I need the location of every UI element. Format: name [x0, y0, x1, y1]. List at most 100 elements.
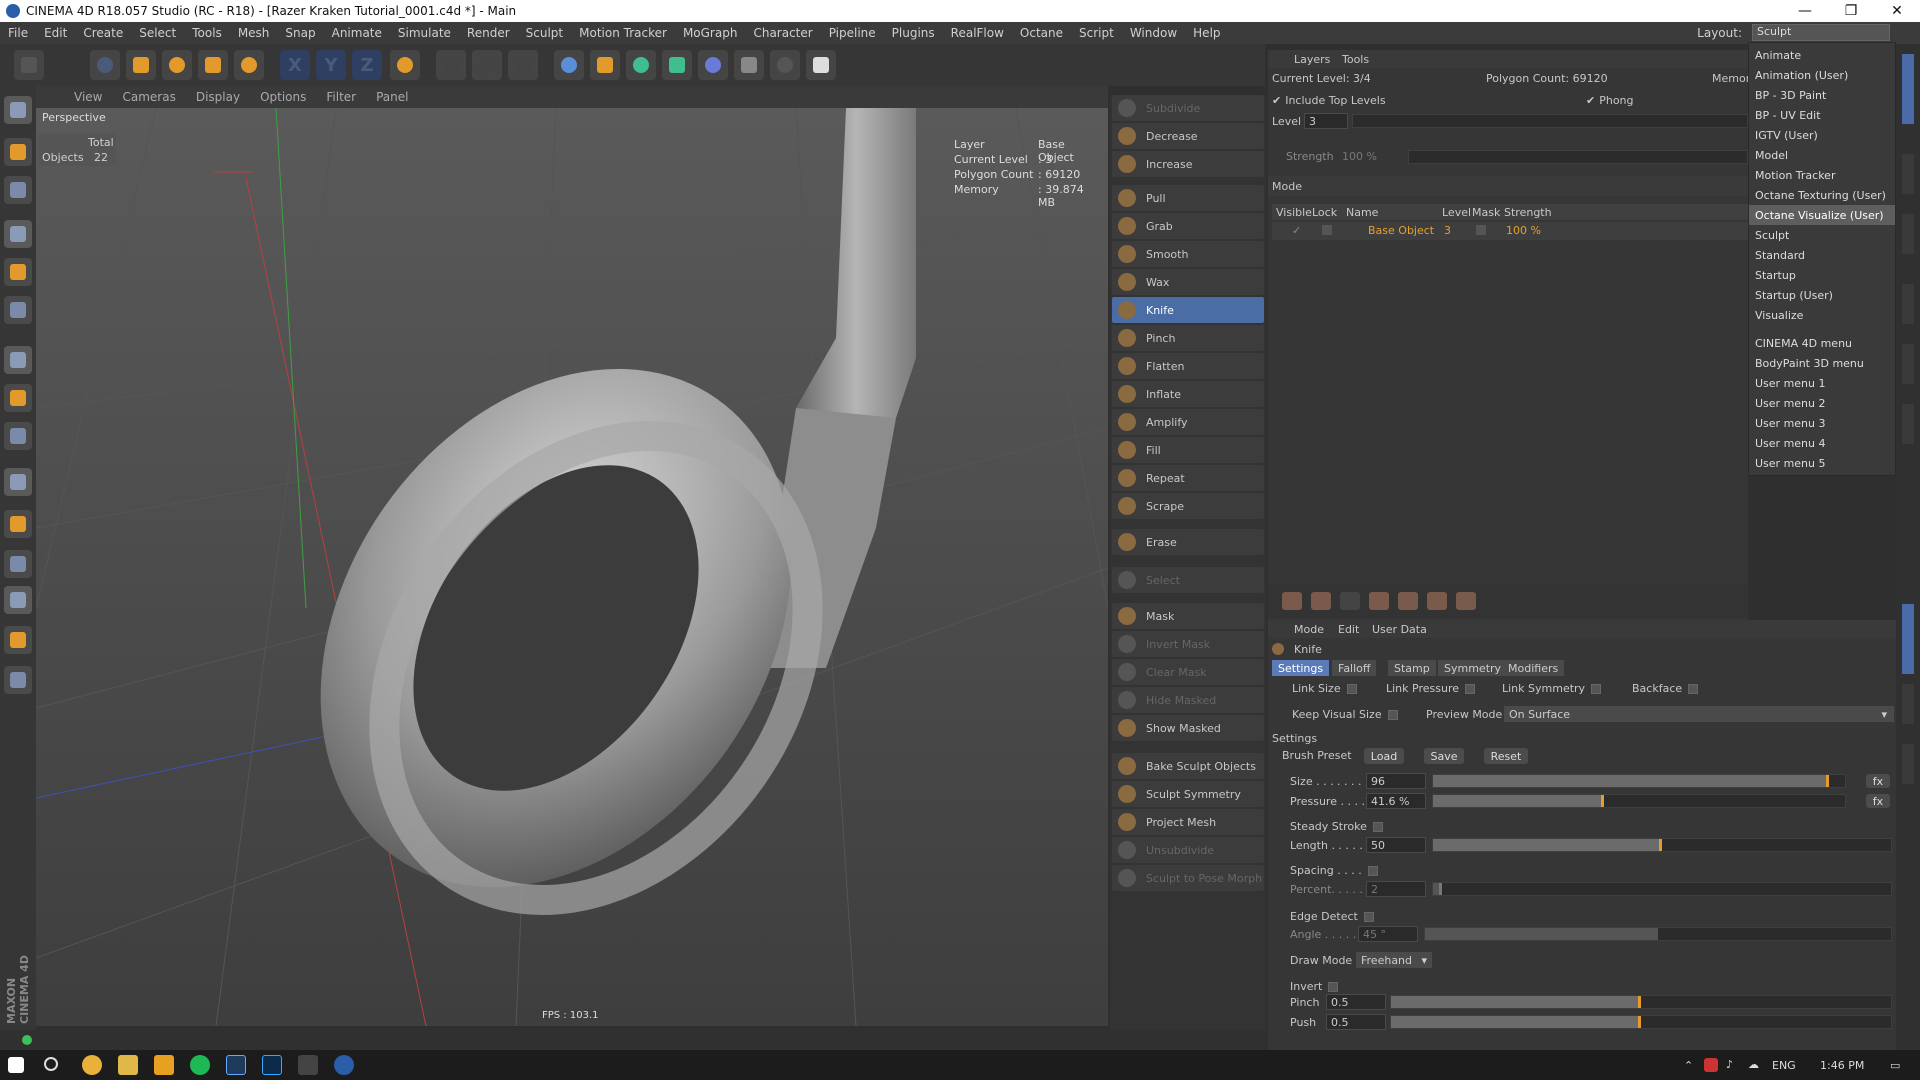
length-slider[interactable]: [1432, 838, 1892, 852]
antivirus-icon[interactable]: [1704, 1058, 1718, 1072]
sculpt-tool-amplify[interactable]: Amplify: [1112, 409, 1264, 435]
select-icon[interactable]: [90, 50, 120, 80]
recent-icon[interactable]: [234, 50, 264, 80]
sculpt-tool-select[interactable]: Select: [1112, 567, 1264, 593]
sculpt-tool-pinch[interactable]: Pinch: [1112, 325, 1264, 351]
tab-falloff[interactable]: Falloff: [1332, 660, 1377, 676]
push-field[interactable]: 0.5: [1326, 1014, 1386, 1030]
backface-checkbox[interactable]: [1688, 683, 1699, 694]
cinema4d-taskbar-icon[interactable]: [334, 1055, 354, 1075]
viewport-menu-panel[interactable]: Panel: [366, 90, 418, 104]
left-tool-14-icon[interactable]: [4, 626, 32, 654]
sculpt-tool-sculpt-to-pose-morph[interactable]: Sculpt to Pose Morph: [1112, 865, 1264, 891]
left-tool-4-icon[interactable]: [4, 220, 32, 248]
angle-field[interactable]: 45 °: [1358, 926, 1418, 942]
percent-field[interactable]: 2: [1366, 881, 1426, 897]
sculpt-tool-flatten[interactable]: Flatten: [1112, 353, 1264, 379]
edge-detect-row[interactable]: Edge Detect: [1290, 910, 1374, 923]
sculpt-tool-invert-mask[interactable]: Invert Mask: [1112, 631, 1264, 657]
pressure-fx-button[interactable]: fx: [1866, 794, 1890, 808]
layout-option[interactable]: Visualize: [1749, 305, 1895, 325]
pressure-field[interactable]: 41.6 %: [1366, 793, 1426, 809]
load-button[interactable]: Load: [1364, 748, 1404, 764]
layout-option[interactable]: Startup: [1749, 265, 1895, 285]
save-button[interactable]: Save: [1424, 748, 1464, 764]
x-axis-icon[interactable]: X: [280, 50, 310, 80]
viewport-canvas[interactable]: [36, 107, 1108, 1026]
viewport-menu-view[interactable]: View: [64, 90, 112, 104]
clock[interactable]: 1:46 PM: [1820, 1059, 1864, 1072]
size-fx-button[interactable]: fx: [1866, 774, 1890, 788]
render-icon[interactable]: [472, 50, 502, 80]
media-icon[interactable]: [154, 1055, 174, 1075]
chrome-icon[interactable]: [82, 1055, 102, 1075]
layout-option[interactable]: Standard: [1749, 245, 1895, 265]
column-level[interactable]: Level: [1442, 206, 1471, 219]
sculpt-tool-decrease[interactable]: Decrease: [1112, 123, 1264, 149]
left-tool-6-icon[interactable]: [4, 296, 32, 324]
attr-menu-mode[interactable]: Mode: [1294, 623, 1324, 636]
left-tool-8-icon[interactable]: [4, 384, 32, 412]
phong-row[interactable]: ✔ Phong: [1586, 94, 1634, 107]
pressure-slider[interactable]: [1432, 794, 1846, 808]
layout-option[interactable]: Model: [1749, 145, 1895, 165]
sculpt-tool-project-mesh[interactable]: Project Mesh: [1112, 809, 1264, 835]
left-tool-7-icon[interactable]: [4, 346, 32, 374]
layout-option[interactable]: Animation (User): [1749, 65, 1895, 85]
steady-stroke-checkbox[interactable]: [1372, 821, 1383, 832]
volume-icon[interactable]: ♪: [1726, 1058, 1733, 1071]
sculpt-tool-bake-sculpt-objects[interactable]: Bake Sculpt Objects: [1112, 753, 1264, 779]
layout-option[interactable]: IGTV (User): [1749, 125, 1895, 145]
edge-detect-checkbox[interactable]: [1363, 911, 1374, 922]
side-tab-9[interactable]: [1902, 744, 1914, 784]
render-settings-icon[interactable]: [508, 50, 538, 80]
move-down-icon[interactable]: [1427, 592, 1447, 610]
sculpt-tool-fill[interactable]: Fill: [1112, 437, 1264, 463]
windows-start-icon[interactable]: [8, 1057, 24, 1073]
undo-icon[interactable]: [14, 50, 44, 80]
tab-layers[interactable]: Layers: [1294, 53, 1330, 66]
floor-icon[interactable]: [734, 50, 764, 80]
layout-option[interactable]: Sculpt: [1749, 225, 1895, 245]
delete-layer-icon[interactable]: [1369, 592, 1389, 610]
percent-slider[interactable]: [1432, 882, 1892, 896]
menu-snap[interactable]: Snap: [277, 26, 323, 40]
sculpt-tool-pull[interactable]: Pull: [1112, 185, 1264, 211]
preview-mode-select[interactable]: On Surface ▾: [1504, 706, 1894, 722]
level-slider[interactable]: [1352, 114, 1748, 128]
layers-table-row[interactable]: ✓ Base Object 3 100 %: [1272, 222, 1748, 240]
column-mask[interactable]: Mask: [1472, 206, 1500, 219]
sculpt-tool-wax[interactable]: Wax: [1112, 269, 1264, 295]
column-name[interactable]: Name: [1346, 206, 1378, 219]
rotate-icon[interactable]: [198, 50, 228, 80]
side-tab-7[interactable]: [1902, 604, 1914, 674]
layout-option[interactable]: BP - UV Edit: [1749, 105, 1895, 125]
side-tab-4[interactable]: [1902, 284, 1914, 324]
spotify-icon[interactable]: [190, 1055, 210, 1075]
left-tool-11-icon[interactable]: [4, 510, 32, 538]
link-size-checkbox[interactable]: [1346, 683, 1357, 694]
side-tab-5[interactable]: [1902, 344, 1914, 384]
layout-option[interactable]: BP - 3D Paint: [1749, 85, 1895, 105]
menu-character[interactable]: Character: [745, 26, 820, 40]
menu-mesh[interactable]: Mesh: [230, 26, 278, 40]
add-folder-icon[interactable]: [1311, 592, 1331, 610]
layout-option[interactable]: Octane Visualize (User): [1749, 205, 1895, 225]
link-size-row[interactable]: Link Size: [1292, 682, 1357, 695]
menu-script[interactable]: Script: [1071, 26, 1122, 40]
z-axis-icon[interactable]: Z: [352, 50, 382, 80]
angle-slider[interactable]: [1424, 927, 1892, 941]
layout-menu-option[interactable]: User menu 4: [1749, 433, 1895, 453]
steady-stroke-row[interactable]: Steady Stroke: [1290, 820, 1383, 833]
app-icon[interactable]: [298, 1055, 318, 1075]
tab-symmetry[interactable]: Symmetry: [1438, 660, 1508, 676]
strength-value[interactable]: 100 %: [1342, 150, 1377, 163]
merge-icon[interactable]: [1456, 592, 1476, 610]
menu-select[interactable]: Select: [131, 26, 184, 40]
reset-button[interactable]: Reset: [1484, 748, 1528, 764]
menu-realflow[interactable]: RealFlow: [943, 26, 1012, 40]
tray-up-icon[interactable]: ⌃: [1684, 1059, 1693, 1072]
side-tab-1[interactable]: [1902, 54, 1914, 124]
strength-slider[interactable]: [1408, 150, 1748, 164]
tab-stamp[interactable]: Stamp: [1388, 660, 1436, 676]
